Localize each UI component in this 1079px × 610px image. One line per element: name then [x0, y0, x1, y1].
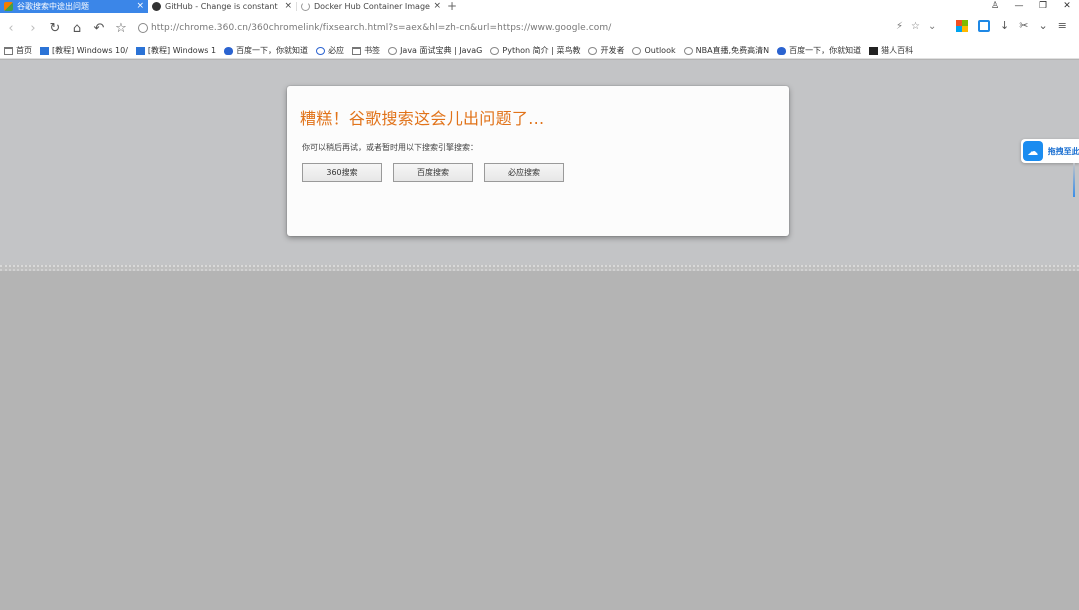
tab-google-error[interactable]: 谷歌搜索中途出问题 ×	[0, 0, 148, 13]
globe-icon	[683, 46, 693, 55]
search-bing-button[interactable]: 必应搜索	[484, 163, 564, 182]
bookmark-item[interactable]: [教程] Windows 1	[135, 45, 216, 56]
drag-drop-label: 拖拽至此	[1047, 146, 1079, 156]
new-tab-button[interactable]: +	[445, 0, 459, 13]
bookmark-item[interactable]: Outlook	[632, 46, 676, 55]
globe-icon	[632, 46, 642, 55]
bookmark-item[interactable]: NBA直播,免费高清N	[683, 45, 769, 56]
window-controls: ♙ — ❐ ✕	[983, 0, 1079, 13]
bookmarks-bar: 首页 [教程] Windows 10/ [教程] Windows 1 百度一下，…	[0, 43, 1079, 59]
search-icon	[316, 46, 326, 55]
bookmark-item[interactable]: 开发者	[588, 45, 624, 56]
chevron-down-icon[interactable]: ⌄	[1038, 20, 1047, 32]
bookmark-item[interactable]: [教程] Windows 10/	[40, 45, 128, 56]
search-360-button[interactable]: 360搜索	[302, 163, 382, 182]
bookmark-item[interactable]: Java 面试宝典 | JavaG	[388, 45, 482, 56]
tab-close-icon[interactable]: ×	[284, 2, 292, 11]
error-title: 糟糕！谷歌搜索这会儿出问题了...	[300, 109, 545, 128]
folder-icon	[4, 46, 13, 55]
favicon-icon	[4, 2, 13, 11]
tab-title: 谷歌搜索中途出问题	[17, 2, 89, 11]
skin-icon[interactable]: ♙	[983, 0, 1007, 13]
tab-title: Docker Hub Container Image	[314, 2, 430, 11]
windows-icon[interactable]	[956, 20, 968, 32]
error-hint: 你可以稍后再试，或者暂时用以下搜索引擎搜索：	[302, 143, 478, 152]
globe-icon	[490, 46, 500, 55]
drag-drop-widget[interactable]: ☁ 拖拽至此	[1021, 139, 1079, 163]
cloud-icon: ☁	[1023, 141, 1043, 161]
bookmark-item[interactable]: Python 简介 | 菜鸟教	[490, 45, 580, 56]
bookmark-item[interactable]: 猎人百科	[869, 45, 913, 56]
site-icon	[135, 46, 145, 55]
globe-icon	[388, 46, 398, 55]
tab-close-icon[interactable]: ×	[433, 2, 441, 11]
tab-close-icon[interactable]: ×	[136, 2, 144, 11]
bookmark-item[interactable]: 书签	[352, 45, 380, 56]
close-window-button[interactable]: ✕	[1055, 0, 1079, 13]
reload-button[interactable]: ↻	[44, 21, 66, 36]
site-icon	[869, 46, 879, 55]
bookmark-item[interactable]: 百度一下，你就知道	[224, 45, 308, 56]
tab-bar: 谷歌搜索中途出问题 × GitHub - Change is constant …	[0, 0, 1079, 13]
restore-button[interactable]: ❐	[1031, 0, 1055, 13]
bookmark-star-icon[interactable]: ☆	[911, 21, 920, 32]
page-background-lower	[0, 271, 1079, 610]
bookmark-item[interactable]: 百度一下，你就知道	[777, 45, 861, 56]
baidu-paw-icon	[224, 46, 234, 55]
site-info-icon[interactable]	[138, 23, 148, 33]
bookmark-item[interactable]: 必应	[316, 45, 344, 56]
chevron-down-icon[interactable]: ⌄	[928, 21, 936, 32]
address-bar[interactable]: http://chrome.360.cn/360chromelink/fixse…	[138, 20, 948, 36]
back-button[interactable]: ‹	[0, 21, 22, 36]
baidu-paw-icon	[777, 46, 787, 55]
scissors-icon[interactable]: ✂	[1019, 20, 1028, 32]
menu-icon[interactable]: ≡	[1058, 20, 1067, 32]
extension-icon[interactable]	[978, 20, 990, 32]
bolt-icon[interactable]: ⚡	[896, 21, 903, 32]
search-baidu-button[interactable]: 百度搜索	[393, 163, 473, 182]
github-icon	[152, 2, 161, 11]
navigation-bar: ‹ › ↻ ⌂ ↶ ☆ http://chrome.360.cn/360chro…	[0, 13, 1079, 43]
bookmark-item[interactable]: 首页	[4, 45, 32, 56]
loading-icon	[301, 2, 310, 11]
site-icon	[40, 46, 49, 55]
globe-icon	[588, 46, 598, 55]
tab-title: GitHub - Change is constant	[165, 2, 278, 11]
forward-button[interactable]: ›	[22, 21, 44, 36]
url-text[interactable]: http://chrome.360.cn/360chromelink/fixse…	[151, 23, 611, 33]
drag-handle-line	[1073, 163, 1075, 197]
tab-github[interactable]: GitHub - Change is constant ×	[148, 0, 296, 13]
folder-icon	[352, 46, 362, 55]
undo-close-button[interactable]: ↶	[88, 21, 110, 36]
error-dialog: 糟糕！谷歌搜索这会儿出问题了... 你可以稍后再试，或者暂时用以下搜索引擎搜索：…	[287, 86, 789, 236]
toolbar-extensions: ↓ ✂ ⌄ ≡	[956, 20, 1067, 32]
address-tools: ⚡ ☆ ⌄	[896, 21, 936, 32]
tab-docker-hub[interactable]: Docker Hub Container Image ×	[297, 0, 445, 13]
minimize-button[interactable]: —	[1007, 0, 1031, 13]
home-button[interactable]: ⌂	[66, 21, 88, 36]
favorite-star-icon[interactable]: ☆	[110, 21, 132, 36]
search-engine-buttons: 360搜索 百度搜索 必应搜索	[302, 163, 564, 182]
download-icon[interactable]: ↓	[1000, 20, 1009, 32]
